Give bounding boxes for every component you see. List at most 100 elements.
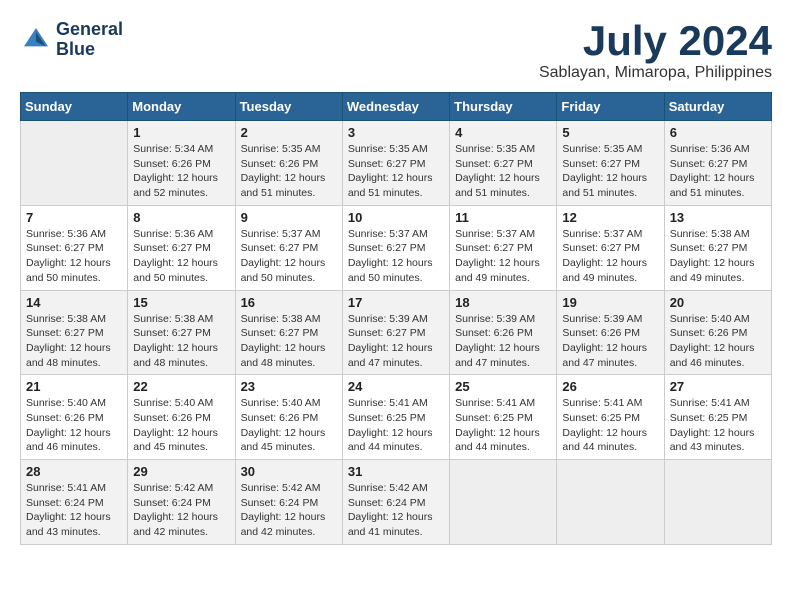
day-number: 30 (241, 464, 337, 479)
day-info: Sunrise: 5:40 AMSunset: 6:26 PMDaylight:… (133, 396, 229, 455)
calendar-cell (557, 460, 664, 545)
day-number: 1 (133, 125, 229, 140)
calendar-cell: 18 Sunrise: 5:39 AMSunset: 6:26 PMDayligh… (450, 290, 557, 375)
title-section: July 2024 Sablayan, Mimaropa, Philippine… (539, 20, 772, 82)
calendar-cell: 1 Sunrise: 5:34 AMSunset: 6:26 PMDaylight… (128, 121, 235, 206)
calendar-cell: 13 Sunrise: 5:38 AMSunset: 6:27 PMDayligh… (664, 205, 771, 290)
header-row: SundayMondayTuesdayWednesdayThursdayFrid… (21, 93, 772, 121)
calendar-cell: 29 Sunrise: 5:42 AMSunset: 6:24 PMDayligh… (128, 460, 235, 545)
day-info: Sunrise: 5:38 AMSunset: 6:27 PMDaylight:… (241, 312, 337, 371)
calendar-cell: 28 Sunrise: 5:41 AMSunset: 6:24 PMDayligh… (21, 460, 128, 545)
day-info: Sunrise: 5:34 AMSunset: 6:26 PMDaylight:… (133, 142, 229, 201)
calendar-cell (450, 460, 557, 545)
calendar-cell: 17 Sunrise: 5:39 AMSunset: 6:27 PMDayligh… (342, 290, 449, 375)
calendar-cell: 3 Sunrise: 5:35 AMSunset: 6:27 PMDaylight… (342, 121, 449, 206)
day-info: Sunrise: 5:40 AMSunset: 6:26 PMDaylight:… (26, 396, 122, 455)
day-info: Sunrise: 5:36 AMSunset: 6:27 PMDaylight:… (26, 227, 122, 286)
day-info: Sunrise: 5:38 AMSunset: 6:27 PMDaylight:… (670, 227, 766, 286)
day-info: Sunrise: 5:38 AMSunset: 6:27 PMDaylight:… (133, 312, 229, 371)
day-number: 29 (133, 464, 229, 479)
day-info: Sunrise: 5:41 AMSunset: 6:24 PMDaylight:… (26, 481, 122, 540)
day-info: Sunrise: 5:42 AMSunset: 6:24 PMDaylight:… (241, 481, 337, 540)
logo-icon (20, 24, 52, 56)
day-number: 17 (348, 295, 444, 310)
day-number: 24 (348, 379, 444, 394)
column-header-thursday: Thursday (450, 93, 557, 121)
day-info: Sunrise: 5:42 AMSunset: 6:24 PMDaylight:… (133, 481, 229, 540)
day-number: 23 (241, 379, 337, 394)
calendar-cell (21, 121, 128, 206)
calendar-cell: 19 Sunrise: 5:39 AMSunset: 6:26 PMDayligh… (557, 290, 664, 375)
day-number: 7 (26, 210, 122, 225)
column-header-saturday: Saturday (664, 93, 771, 121)
day-number: 22 (133, 379, 229, 394)
logo: General Blue (20, 20, 123, 60)
calendar-week-1: 1 Sunrise: 5:34 AMSunset: 6:26 PMDaylight… (21, 121, 772, 206)
day-info: Sunrise: 5:39 AMSunset: 6:26 PMDaylight:… (562, 312, 658, 371)
calendar-cell: 23Sunrise: 5:40 AMSunset: 6:26 PMDayligh… (235, 375, 342, 460)
day-number: 16 (241, 295, 337, 310)
day-info: Sunrise: 5:35 AMSunset: 6:27 PMDaylight:… (562, 142, 658, 201)
day-info: Sunrise: 5:35 AMSunset: 6:27 PMDaylight:… (348, 142, 444, 201)
day-info: Sunrise: 5:41 AMSunset: 6:25 PMDaylight:… (348, 396, 444, 455)
day-number: 21 (26, 379, 122, 394)
day-number: 28 (26, 464, 122, 479)
day-number: 14 (26, 295, 122, 310)
calendar-cell: 7 Sunrise: 5:36 AMSunset: 6:27 PMDaylight… (21, 205, 128, 290)
day-number: 19 (562, 295, 658, 310)
day-number: 11 (455, 210, 551, 225)
day-info: Sunrise: 5:41 AMSunset: 6:25 PMDaylight:… (670, 396, 766, 455)
calendar-cell: 5 Sunrise: 5:35 AMSunset: 6:27 PMDaylight… (557, 121, 664, 206)
calendar-cell: 15Sunrise: 5:38 AMSunset: 6:27 PMDayligh… (128, 290, 235, 375)
calendar-cell: 10Sunrise: 5:37 AMSunset: 6:27 PMDayligh… (342, 205, 449, 290)
calendar-cell: 9Sunrise: 5:37 AMSunset: 6:27 PMDaylight… (235, 205, 342, 290)
day-number: 5 (562, 125, 658, 140)
day-number: 3 (348, 125, 444, 140)
day-number: 25 (455, 379, 551, 394)
calendar-week-5: 28 Sunrise: 5:41 AMSunset: 6:24 PMDayligh… (21, 460, 772, 545)
day-info: Sunrise: 5:35 AMSunset: 6:26 PMDaylight:… (241, 142, 337, 201)
calendar-cell: 4Sunrise: 5:35 AMSunset: 6:27 PMDaylight… (450, 121, 557, 206)
calendar-cell: 14Sunrise: 5:38 AMSunset: 6:27 PMDayligh… (21, 290, 128, 375)
calendar-cell: 20Sunrise: 5:40 AMSunset: 6:26 PMDayligh… (664, 290, 771, 375)
calendar-cell (664, 460, 771, 545)
calendar-cell: 2 Sunrise: 5:35 AMSunset: 6:26 PMDaylight… (235, 121, 342, 206)
calendar-cell: 22 Sunrise: 5:40 AMSunset: 6:26 PMDayligh… (128, 375, 235, 460)
calendar-cell: 26Sunrise: 5:41 AMSunset: 6:25 PMDayligh… (557, 375, 664, 460)
day-info: Sunrise: 5:39 AMSunset: 6:26 PMDaylight:… (455, 312, 551, 371)
day-info: Sunrise: 5:41 AMSunset: 6:25 PMDaylight:… (455, 396, 551, 455)
day-info: Sunrise: 5:42 AMSunset: 6:24 PMDaylight:… (348, 481, 444, 540)
day-info: Sunrise: 5:37 AMSunset: 6:27 PMDaylight:… (455, 227, 551, 286)
column-header-friday: Friday (557, 93, 664, 121)
day-info: Sunrise: 5:39 AMSunset: 6:27 PMDaylight:… (348, 312, 444, 371)
calendar-cell: 21 Sunrise: 5:40 AMSunset: 6:26 PMDayligh… (21, 375, 128, 460)
location-subtitle: Sablayan, Mimaropa, Philippines (539, 64, 772, 82)
month-title: July 2024 (539, 20, 772, 62)
day-number: 8 (133, 210, 229, 225)
day-info: Sunrise: 5:36 AMSunset: 6:27 PMDaylight:… (670, 142, 766, 201)
column-header-sunday: Sunday (21, 93, 128, 121)
day-number: 26 (562, 379, 658, 394)
day-number: 12 (562, 210, 658, 225)
calendar-cell: 8 Sunrise: 5:36 AMSunset: 6:27 PMDaylight… (128, 205, 235, 290)
day-info: Sunrise: 5:37 AMSunset: 6:27 PMDaylight:… (348, 227, 444, 286)
day-number: 31 (348, 464, 444, 479)
calendar-cell: 27 Sunrise: 5:41 AMSunset: 6:25 PMDayligh… (664, 375, 771, 460)
day-number: 27 (670, 379, 766, 394)
column-header-wednesday: Wednesday (342, 93, 449, 121)
day-info: Sunrise: 5:37 AMSunset: 6:27 PMDaylight:… (562, 227, 658, 286)
day-number: 4 (455, 125, 551, 140)
day-number: 18 (455, 295, 551, 310)
day-info: Sunrise: 5:37 AMSunset: 6:27 PMDaylight:… (241, 227, 337, 286)
day-info: Sunrise: 5:36 AMSunset: 6:27 PMDaylight:… (133, 227, 229, 286)
calendar-week-4: 21 Sunrise: 5:40 AMSunset: 6:26 PMDayligh… (21, 375, 772, 460)
day-number: 13 (670, 210, 766, 225)
day-number: 20 (670, 295, 766, 310)
column-header-monday: Monday (128, 93, 235, 121)
calendar-cell: 25 Sunrise: 5:41 AMSunset: 6:25 PMDayligh… (450, 375, 557, 460)
day-number: 6 (670, 125, 766, 140)
calendar-table: SundayMondayTuesdayWednesdayThursdayFrid… (20, 92, 772, 545)
day-number: 2 (241, 125, 337, 140)
calendar-cell: 30 Sunrise: 5:42 AMSunset: 6:24 PMDayligh… (235, 460, 342, 545)
calendar-cell: 12 Sunrise: 5:37 AMSunset: 6:27 PMDayligh… (557, 205, 664, 290)
